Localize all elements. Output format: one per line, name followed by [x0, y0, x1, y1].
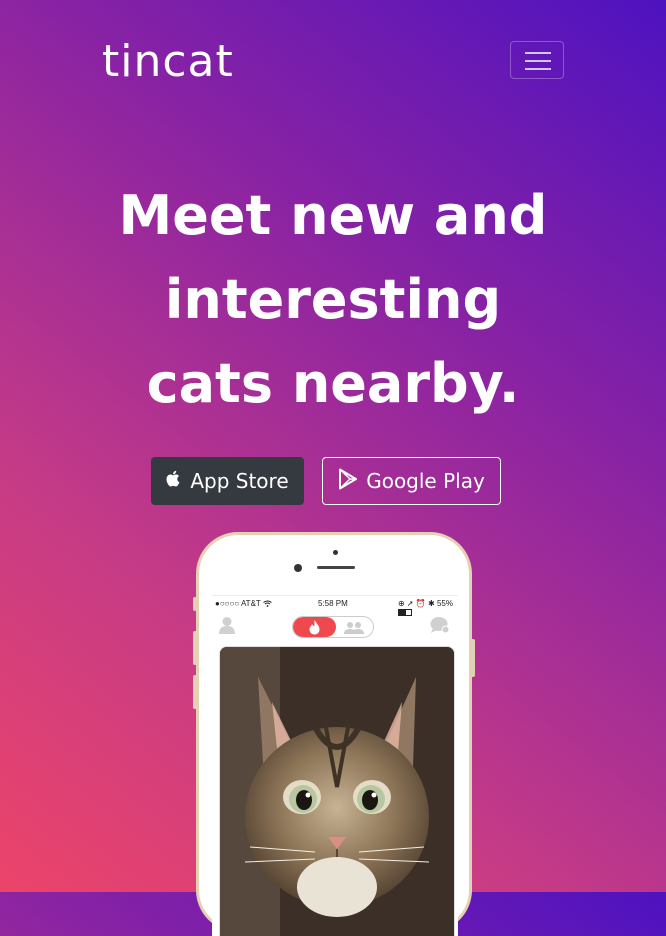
hero-title-line: interesting: [164, 268, 502, 331]
mode-toggle[interactable]: [292, 616, 374, 638]
cat-photo-card[interactable]: [219, 646, 455, 936]
menu-toggle-button[interactable]: [510, 41, 564, 79]
navbar: tincat: [0, 0, 666, 120]
phone-screen: ●○○○○ AT&T 5:58 PM ⊕ ➚ ⏰ ✱ 55%: [212, 595, 458, 936]
app-store-label: App Store: [190, 469, 289, 493]
play-icon: [338, 468, 358, 495]
apple-icon: [166, 469, 182, 493]
status-carrier: ●○○○○ AT&T: [215, 599, 272, 608]
group-icon[interactable]: [343, 620, 365, 637]
phone-volume-down: [193, 675, 197, 709]
phone-volume-up: [193, 631, 197, 665]
phone-power-button: [471, 639, 475, 677]
phone-camera: [294, 564, 302, 572]
brand-logo[interactable]: tincat: [102, 36, 234, 88]
google-play-button[interactable]: Google Play: [322, 457, 501, 505]
profile-icon[interactable]: [219, 616, 235, 638]
phone-mute-switch: [193, 597, 197, 611]
status-bar: ●○○○○ AT&T 5:58 PM ⊕ ➚ ⏰ ✱ 55%: [212, 596, 458, 617]
app-nav-bar: [212, 612, 458, 642]
flame-icon: [309, 620, 320, 635]
messages-icon[interactable]: [430, 616, 450, 638]
cat-photo: [220, 647, 454, 936]
status-time: 5:58 PM: [318, 599, 348, 608]
hero-title-line: Meet new and: [118, 184, 548, 247]
google-play-label: Google Play: [366, 469, 485, 493]
phone-mockup: ●○○○○ AT&T 5:58 PM ⊕ ➚ ⏰ ✱ 55%: [193, 532, 475, 936]
flame-tab[interactable]: [293, 617, 336, 637]
hero-title: Meet new and interesting cats nearby.: [83, 174, 583, 426]
app-store-button[interactable]: App Store: [151, 457, 304, 505]
hero-title-line: cats nearby.: [146, 352, 520, 415]
phone-speaker: [317, 566, 355, 569]
phone-sensor: [333, 550, 338, 555]
